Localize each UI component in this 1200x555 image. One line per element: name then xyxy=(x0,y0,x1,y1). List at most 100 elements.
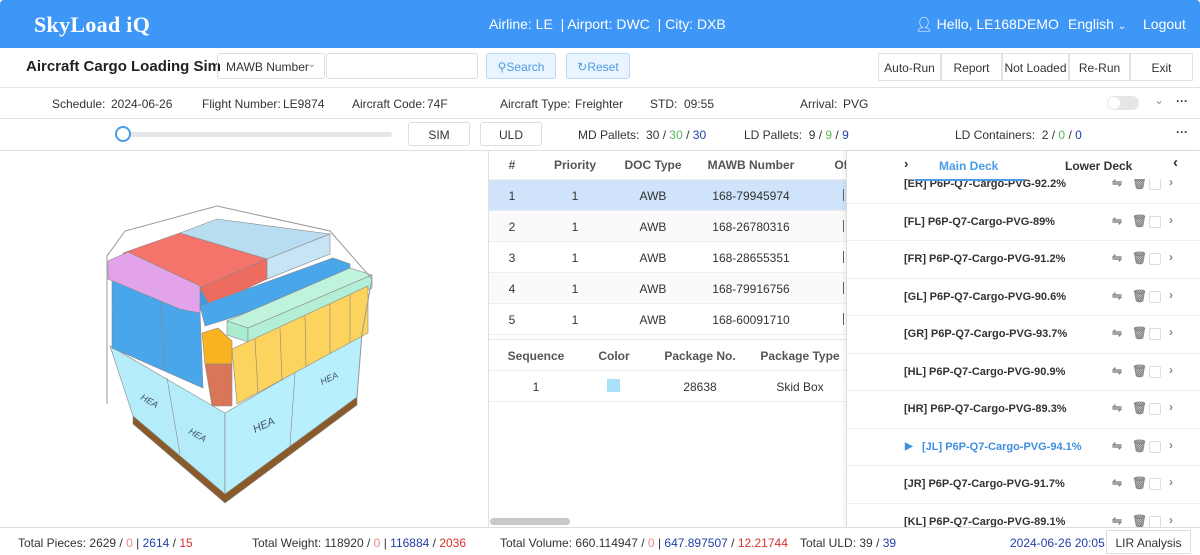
uld-list-item[interactable]: [JR] P6P-Q7-Cargo-PVG-91.7% ⇋ 🗑︎ › xyxy=(847,466,1200,504)
table-cell: 168-79916756 xyxy=(712,282,790,296)
package-type-cell: Skid Box xyxy=(776,380,824,394)
tab-lower-deck[interactable]: Lower Deck xyxy=(1065,159,1132,173)
search-field-select[interactable]: MAWB Number ⌄ xyxy=(217,53,325,79)
re-run-button[interactable]: Re-Run xyxy=(1069,53,1130,81)
exit-button[interactable]: Exit xyxy=(1130,53,1193,81)
uld-checkbox[interactable] xyxy=(1149,403,1161,415)
reset-button[interactable]: ↻Reset xyxy=(566,53,630,79)
not-loaded-button[interactable]: Not Loaded xyxy=(1002,53,1069,81)
chevron-right-icon[interactable]: › xyxy=(1169,213,1173,227)
column-header[interactable]: # xyxy=(489,158,535,172)
table-row[interactable]: 21AWB168-26780316··· xyxy=(489,211,881,242)
table-row[interactable]: 41AWB168-79916756··· xyxy=(489,273,881,304)
swap-icon[interactable]: ⇋ xyxy=(1112,214,1122,228)
uld-list-item[interactable]: ▶ [JL] P6P-Q7-Cargo-PVG-94.1% ⇋ 🗑︎ › xyxy=(847,429,1200,466)
uld-3d-view[interactable]: HEA HEA HEA HEA xyxy=(0,151,489,527)
table-row[interactable]: 51AWB168-60091710··· xyxy=(489,304,881,335)
column-header[interactable]: DOC Type xyxy=(615,158,691,172)
uld-button[interactable]: ULD xyxy=(480,122,542,146)
weight-label: Total Weight: xyxy=(252,536,322,550)
uld-checkbox[interactable] xyxy=(1149,328,1161,340)
uld-list-item[interactable]: [FL] P6P-Q7-Cargo-PVG-89% ⇋ 🗑︎ › xyxy=(847,204,1200,241)
chevron-right-icon[interactable]: › xyxy=(1169,475,1173,489)
uld-list-item[interactable]: [HL] P6P-Q7-Cargo-PVG-90.9% ⇋ 🗑︎ › xyxy=(847,354,1200,391)
uld-list-item[interactable]: [GR] P6P-Q7-Cargo-PVG-93.7% ⇋ 🗑︎ › xyxy=(847,316,1200,354)
swap-icon[interactable]: ⇋ xyxy=(1112,401,1122,415)
uld-checkbox[interactable] xyxy=(1149,365,1161,378)
chevron-right-icon[interactable]: › xyxy=(1169,400,1173,414)
active-tab-indicator xyxy=(915,179,1025,181)
uld-3d-render[interactable]: HEA HEA HEA HEA xyxy=(0,151,489,527)
chevron-right-icon[interactable]: › xyxy=(1169,325,1173,339)
column-header[interactable]: Color xyxy=(583,349,645,363)
uld-checkbox[interactable] xyxy=(1149,478,1161,490)
chevron-right-icon[interactable]: › xyxy=(904,156,908,171)
uld-checkbox[interactable] xyxy=(1149,440,1161,453)
timeline-slider[interactable] xyxy=(122,132,392,137)
chevron-right-icon[interactable]: › xyxy=(1169,438,1173,452)
uld-checkbox[interactable] xyxy=(1149,178,1161,190)
lir-analysis-button[interactable]: LIR Analysis xyxy=(1106,530,1191,554)
sim-button[interactable]: SIM xyxy=(408,122,470,146)
trash-icon[interactable]: 🗑︎ xyxy=(1132,289,1147,303)
search-button[interactable]: ⚲Search xyxy=(486,53,556,79)
auto-run-button[interactable]: Auto-Run xyxy=(878,53,941,81)
trash-icon[interactable]: 🗑︎ xyxy=(1132,364,1147,378)
tab-main-deck[interactable]: Main Deck xyxy=(939,159,998,173)
md-pallets-label: MD Pallets: xyxy=(578,128,640,142)
horizontal-scrollbar[interactable] xyxy=(490,518,570,525)
uld-label: [KL] P6P-Q7-Cargo-PVG-89.1% xyxy=(904,515,1066,528)
chevron-down-icon[interactable]: ⌄ xyxy=(1154,93,1164,107)
chevron-right-icon[interactable]: › xyxy=(1169,250,1173,264)
swap-icon[interactable]: ⇋ xyxy=(1112,364,1122,378)
language-select[interactable]: English ⌄ xyxy=(1068,16,1126,32)
table-row[interactable]: 11AWB168-79945974··· xyxy=(489,180,881,211)
more-icon[interactable]: ··· xyxy=(1176,94,1188,108)
swap-icon[interactable]: ⇋ xyxy=(1112,251,1122,265)
trash-icon[interactable]: 🗑︎ xyxy=(1132,401,1147,415)
column-header[interactable]: Package No. xyxy=(645,349,755,363)
column-header[interactable]: Sequence xyxy=(489,349,583,363)
column-header[interactable]: Priority xyxy=(535,158,615,172)
chevron-right-icon[interactable]: › xyxy=(1169,363,1173,377)
search-input[interactable] xyxy=(326,53,478,79)
chevron-left-icon[interactable]: ‹ xyxy=(1173,154,1178,171)
swap-icon[interactable]: ⇋ xyxy=(1112,476,1122,490)
view-toggle[interactable] xyxy=(1107,96,1139,110)
uld-checkbox[interactable] xyxy=(1149,215,1161,228)
swap-icon[interactable]: ⇋ xyxy=(1112,326,1122,340)
column-header[interactable]: Package Type xyxy=(755,349,845,363)
table-row[interactable]: 128638Skid Box☷ xyxy=(489,371,881,402)
swap-icon[interactable]: ⇋ xyxy=(1112,514,1122,528)
trash-icon[interactable]: 🗑︎ xyxy=(1132,214,1147,228)
uld-checkbox[interactable] xyxy=(1149,515,1161,527)
slider-handle[interactable] xyxy=(115,126,131,142)
toolbar: Aircraft Cargo Loading Simu MAWB Number ⌄… xyxy=(0,48,1200,88)
trash-icon[interactable]: 🗑︎ xyxy=(1132,251,1147,265)
more-icon[interactable]: ··· xyxy=(1176,125,1188,139)
uld-checkbox[interactable] xyxy=(1149,253,1161,265)
swap-icon[interactable]: ⇋ xyxy=(1112,439,1122,453)
user-greeting[interactable]: 👤︎ Hello, LE168DEMO xyxy=(915,16,1059,33)
uld-list-item[interactable]: [GL] P6P-Q7-Cargo-PVG-90.6% ⇋ 🗑︎ › xyxy=(847,279,1200,316)
table-cell: AWB xyxy=(639,251,667,265)
swap-icon[interactable]: ⇋ xyxy=(1112,289,1122,303)
package-no-cell: 28638 xyxy=(683,380,717,394)
trash-icon[interactable]: 🗑︎ xyxy=(1132,514,1147,528)
column-header[interactable]: MAWB Number xyxy=(691,158,811,172)
uld-list-item[interactable]: [FR] P6P-Q7-Cargo-PVG-91.2% ⇋ 🗑︎ › xyxy=(847,241,1200,279)
trash-icon[interactable]: 🗑︎ xyxy=(1132,439,1147,453)
chevron-right-icon[interactable]: › xyxy=(1169,513,1173,527)
trash-icon[interactable]: 🗑︎ xyxy=(1132,326,1147,340)
pieces-remaining: 15 xyxy=(179,536,193,550)
flight-info-bar: Schedule: 2024-06-26 Flight Number: LE98… xyxy=(0,88,1200,119)
trash-icon[interactable]: 🗑︎ xyxy=(1132,476,1147,490)
uld-list-item[interactable]: [KL] P6P-Q7-Cargo-PVG-89.1% ⇋ 🗑︎ › xyxy=(847,504,1200,528)
report-button[interactable]: Report xyxy=(941,53,1002,81)
logout-link[interactable]: Logout xyxy=(1143,16,1186,32)
chevron-right-icon[interactable]: › xyxy=(1169,288,1173,302)
uld-list-item[interactable]: [HR] P6P-Q7-Cargo-PVG-89.3% ⇋ 🗑︎ › xyxy=(847,391,1200,429)
table-row[interactable]: 31AWB168-28655351··· xyxy=(489,242,881,273)
md-total: 30 xyxy=(646,128,660,142)
uld-checkbox[interactable] xyxy=(1149,290,1161,303)
